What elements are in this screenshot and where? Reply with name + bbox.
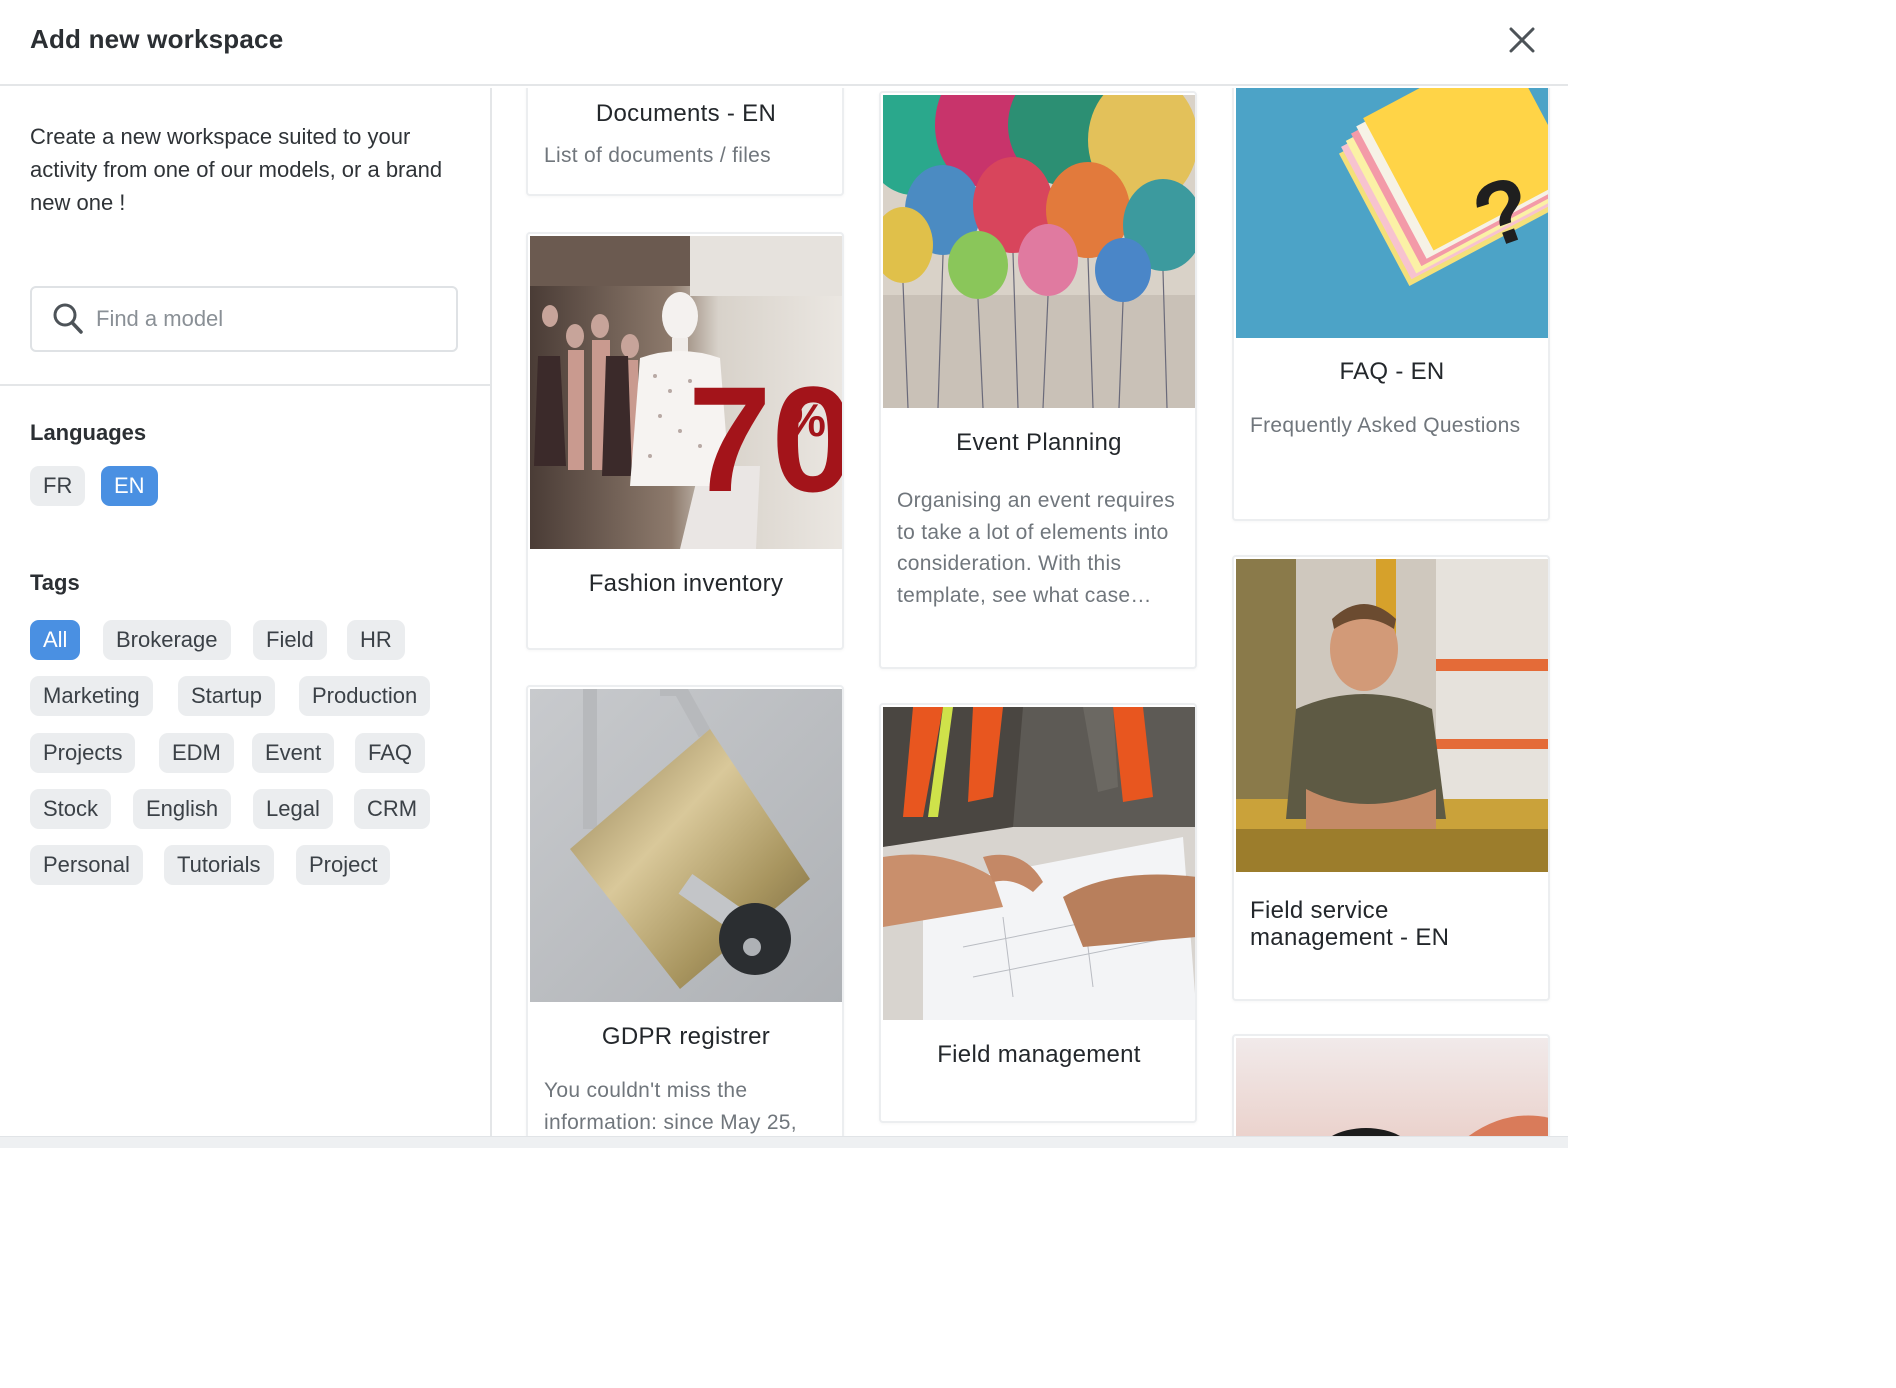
workers-image [883,707,1195,1020]
card-description: List of documents / files [544,144,771,167]
sticky-notes-image: ? [1236,88,1548,338]
padlock-image [530,689,842,1002]
sidebar-divider [0,384,490,386]
tag-chip-english[interactable]: English [133,789,232,829]
template-card-faq[interactable]: ? FAQ - EN Frequently Asked Questions [1232,88,1550,521]
sidebar: Create a new workspace suited to your ac… [0,88,492,1148]
tag-chip-stock[interactable]: Stock [30,789,112,829]
card-title: FAQ - EN [1339,358,1445,385]
template-card-event-planning[interactable]: Event Planning Organising an event requi… [879,91,1197,669]
tag-chip-marketing[interactable]: Marketing [30,676,153,716]
intro-text: Create a new workspace suited to your ac… [30,124,443,215]
language-chip-en[interactable]: EN [101,466,158,506]
tag-chip-brokerage[interactable]: Brokerage [103,620,231,660]
template-card-field-management[interactable]: Field management [879,703,1197,1123]
card-title: Event Planning [956,429,1122,456]
template-card-field-service-management[interactable]: Field service management - EN [1232,555,1550,1001]
tag-chip-all[interactable]: All [30,620,81,660]
tag-chip-production[interactable]: Production [299,676,431,716]
tag-chip-project[interactable]: Project [296,845,391,885]
tag-chip-personal[interactable]: Personal [30,845,143,885]
tag-chip-faq[interactable]: FAQ [355,733,426,773]
template-card-partial[interactable] [1232,1034,1550,1136]
search-icon [53,303,83,334]
card-title: GDPR registrer [601,1023,771,1050]
template-grid: Documents - EN List of documents / files [494,88,1568,1136]
svg-text:%: % [785,394,826,446]
language-chip-fr[interactable]: FR [30,466,86,506]
template-card-gdpr[interactable]: GDPR registrer You couldn't miss the inf… [526,685,844,1136]
tag-chip-crm[interactable]: CRM [354,789,431,829]
tag-chip-projects[interactable]: Projects [30,733,136,773]
card-title: Field management [937,1041,1141,1068]
card-title: Documents - EN [595,100,777,127]
bottom-bar [0,1136,1568,1148]
card-title: Fashion inventory [588,570,784,597]
card-description: Frequently Asked Questions [1250,414,1521,437]
dialog-header: Add new workspace [0,0,1568,86]
languages-title: Languages [30,420,147,445]
tags-title: Tags [30,570,80,595]
template-card-fashion-inventory[interactable]: 70 % Fashion inventory [526,232,844,650]
tag-chip-field[interactable]: Field [253,620,327,660]
tag-chip-event[interactable]: Event [252,733,335,773]
tag-chip-tutorials[interactable]: Tutorials [164,845,274,885]
tag-chip-legal[interactable]: Legal [253,789,333,829]
tag-chip-hr[interactable]: HR [347,620,405,660]
card-description: Organising an event requires to take a l… [897,489,1176,607]
balloons-image [883,95,1195,408]
card-title: Field service management - EN [1250,897,1450,951]
card-description: You couldn't miss the information: since… [544,1079,797,1134]
template-card-documents[interactable]: Documents - EN List of documents / files [526,88,844,196]
search-input[interactable] [96,298,436,340]
warehouse-image [1236,559,1548,872]
fashion-image: 70 % [530,236,842,549]
close-button[interactable] [1500,20,1544,60]
tag-chip-edm[interactable]: EDM [159,733,234,773]
sunset-image [1236,1038,1548,1136]
tag-chip-startup[interactable]: Startup [178,676,275,716]
dialog-title: Add new workspace [30,24,284,54]
close-icon [1509,27,1535,53]
search-box[interactable] [30,286,458,352]
